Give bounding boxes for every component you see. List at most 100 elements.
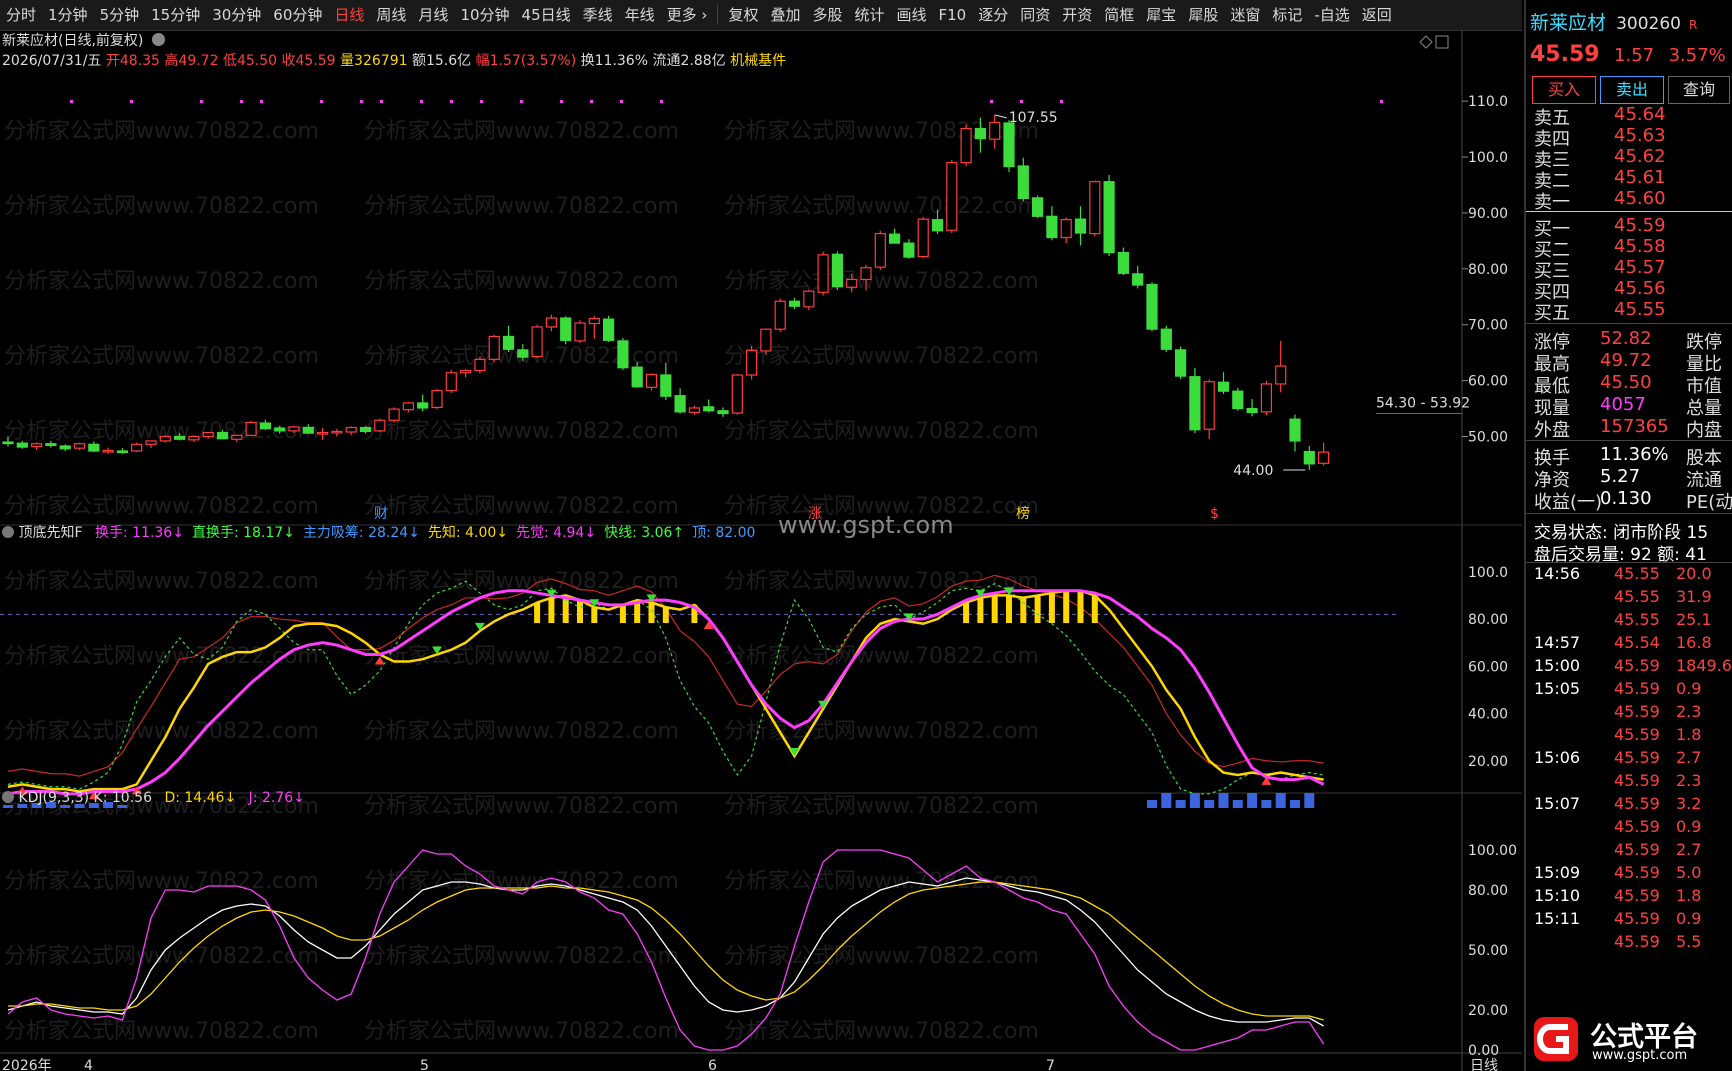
candle-body (431, 390, 443, 409)
period-tab-13[interactable]: 更多 › (661, 0, 714, 30)
tool-button-4[interactable]: 画线 (891, 0, 933, 30)
bid-price: 45.58 (1614, 236, 1666, 257)
chart-header: 新莱应材(日线,前复权) (2, 30, 165, 50)
tool-button-8[interactable]: 开资 (1056, 0, 1098, 30)
range-label: 54.30 - 53.92 (1376, 396, 1470, 412)
signal-dot (560, 100, 563, 103)
period-tab-3[interactable]: 15分钟 (145, 0, 206, 30)
stat-value: 157365 (1600, 416, 1669, 437)
candle-body (202, 431, 214, 438)
indicator2-name[interactable]: KDJ(9,3,3) (18, 790, 89, 806)
tick-volume: 0.9 (1676, 909, 1702, 928)
period-tab-2[interactable]: 5分钟 (94, 0, 146, 30)
candle-body (1260, 383, 1273, 413)
period-tab-4[interactable]: 30分钟 (206, 0, 267, 30)
period-tab-12[interactable]: 年线 (619, 0, 661, 30)
watermark-text: 分析家公式网www.70822.com (724, 269, 1039, 294)
site-logo: 公式平台 www.gspt.com (1528, 1013, 1728, 1067)
tick-row: 45.59 0.9 (1526, 817, 1732, 840)
period-tab-11[interactable]: 季线 (577, 0, 619, 30)
candle-body (531, 326, 543, 358)
tool-button-0[interactable]: 复权 (722, 0, 764, 30)
tick-row: 45.59 2.3 (1526, 771, 1732, 794)
ind2-ytick: 80.00 (1468, 883, 1508, 899)
period-tab-10[interactable]: 45日线 (516, 0, 577, 30)
tool-button-5[interactable]: F10 (933, 0, 973, 30)
watermark-text: 分析家公式网www.70822.com (724, 419, 1039, 444)
ind1-red-line (7, 574, 1324, 777)
candle-body (788, 300, 801, 307)
indicator1-name[interactable]: 顶底先知F (18, 525, 82, 541)
indicator2-header: KDJ(9,3,3) K: 10.56 D: 14.46↓ J: 2.76↓ (2, 790, 305, 806)
tool-button-1[interactable]: 叠加 (764, 0, 806, 30)
tool-button-13[interactable]: 标记 (1266, 0, 1308, 30)
top-zone-bar (1020, 597, 1027, 624)
period-tab-6[interactable]: 日线 (328, 0, 370, 30)
candle-body (245, 421, 257, 436)
candle-body (846, 278, 858, 288)
tool-button-14[interactable]: -自选 (1308, 0, 1355, 30)
candle-body (2, 441, 14, 445)
indicator1-param: 主力吸筹: 28.24↓ (302, 525, 420, 541)
main-ytick: 70.00 (1468, 318, 1508, 334)
period-tab-8[interactable]: 月线 (412, 0, 454, 30)
tick-price: 45.59 (1614, 702, 1660, 721)
chart-area[interactable]: 分析家公式网www.70822.com 分析家公式网www.70822.com 分析… (0, 30, 1522, 1071)
period-tab-1[interactable]: 1分钟 (42, 0, 94, 30)
tool-button-15[interactable]: 返回 (1356, 0, 1398, 30)
tool-button-6[interactable]: 逐分 (972, 0, 1014, 30)
ask-price: 45.61 (1614, 167, 1666, 188)
top-zone-bar (1048, 593, 1055, 624)
signal-dot (360, 100, 363, 103)
candle-body (231, 434, 243, 440)
candle-body (488, 335, 500, 360)
buy-button[interactable]: 买入 (1532, 76, 1596, 104)
watermark-text: 分析家公式网www.70822.com (724, 944, 1039, 969)
period-tab-9[interactable]: 10分钟 (454, 0, 515, 30)
period-tab-0[interactable]: 分时 (0, 0, 42, 30)
tick-price: 45.59 (1614, 863, 1660, 882)
tool-button-11[interactable]: 犀股 (1182, 0, 1224, 30)
period-tab-7[interactable]: 周线 (370, 0, 412, 30)
candle-body (345, 426, 357, 433)
ask-row: 卖一 45.60 (1526, 188, 1732, 213)
indicator-toggle-icon[interactable] (2, 791, 14, 803)
watermark-text: 分析家公式网www.70822.com (4, 719, 319, 744)
candle-body (674, 395, 686, 413)
tool-button-12[interactable]: 迷窗 (1224, 0, 1266, 30)
query-button[interactable]: 查询 (1668, 76, 1730, 104)
watermark-text: 分析家公式网www.70822.com (364, 1019, 679, 1044)
sell-button[interactable]: 卖出 (1600, 76, 1664, 104)
stat2-row: 净资 5.27 流通 (1526, 466, 1732, 491)
candle-body (159, 435, 171, 442)
info-close: 收45.59 (281, 53, 336, 69)
candle-body (560, 317, 572, 341)
watermark-text: 分析家公式网www.70822.com (364, 119, 679, 144)
bid-row: 买一 45.59 (1526, 215, 1732, 240)
indicator-toggle-icon[interactable] (2, 526, 14, 538)
tool-button-7[interactable]: 同资 (1014, 0, 1056, 30)
tick-volume: 2.7 (1676, 748, 1702, 767)
stat2-value: 11.36% (1600, 444, 1669, 465)
event-marker: 财 (374, 506, 388, 522)
chart-title: 新莱应材(日线,前复权) (2, 33, 144, 49)
settings-icon[interactable] (151, 33, 165, 46)
tool-button-3[interactable]: 统计 (848, 0, 890, 30)
info-float: 流通2.88亿 (652, 53, 726, 69)
candle-body (1146, 283, 1158, 330)
watermark-text: 分析家公式网www.70822.com (364, 644, 679, 669)
tick-row: 14:57 45.54 16.8 (1526, 633, 1732, 656)
tool-button-9[interactable]: 简框 (1098, 0, 1140, 30)
bid-price: 45.56 (1614, 278, 1666, 299)
top-zone-bar (963, 602, 970, 624)
top-zone-bar (648, 602, 655, 624)
indicator1-header: 顶底先知F 换手: 11.36↓ 直换手: 18.17↓ 主力吸筹: 28.24↓ 先… (2, 522, 755, 542)
chart-svg[interactable]: 分析家公式网www.70822.com 分析家公式网www.70822.com 分析… (0, 30, 1522, 1071)
tool-button-2[interactable]: 多股 (806, 0, 848, 30)
stat-value: 49.72 (1600, 350, 1652, 371)
indicator1-layer (0, 574, 1400, 808)
candle-body (917, 218, 929, 258)
tool-button-10[interactable]: 犀宝 (1140, 0, 1182, 30)
period-tab-5[interactable]: 60分钟 (267, 0, 328, 30)
signal-dot (520, 100, 523, 103)
